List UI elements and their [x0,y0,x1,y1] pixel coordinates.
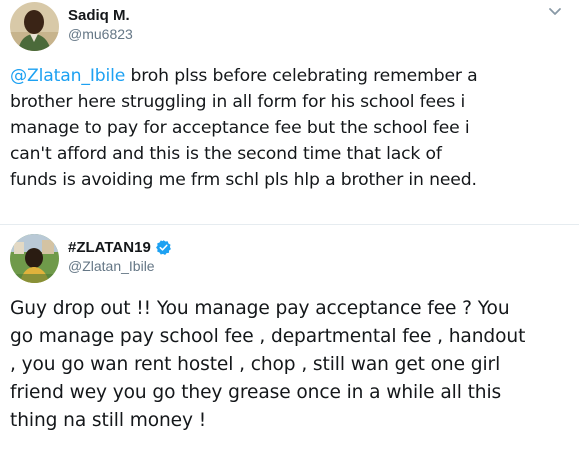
user-photo-avatar-icon [10,2,59,51]
tweet-text-line: , you go wan rent hostel , chop , still … [10,354,501,375]
author-name[interactable]: #ZLATAN19 [68,238,172,257]
author-info: Sadiq M. @mu6823 [68,6,133,44]
user-photo-avatar-icon [10,234,59,283]
author-handle[interactable]: @Zlatan_Ibile [68,257,172,276]
tweet-text-line: thing na still money ! [10,410,207,431]
author-name[interactable]: Sadiq M. [68,6,133,25]
tweet-text-line: friend wey you go they grease once in a … [10,382,502,403]
tweet-text: Guy drop out !! You manage pay acceptanc… [10,295,575,435]
tweet-text: @Zlatan_Ibile broh plss before celebrati… [10,63,575,193]
tweet-header: Sadiq M. @mu6823 [10,0,570,60]
tweet-card: #ZLATAN19 @Zlatan_Ibile Guy drop out !! … [0,226,579,456]
mention-link[interactable]: @Zlatan_Ibile [10,66,125,86]
author-name-text[interactable]: Sadiq M. [68,6,130,25]
tweet-text-line: funds is avoiding me frm schl pls hlp a … [10,170,477,190]
tweet-text-line: manage to pay for acceptance fee but the… [10,118,470,138]
tweet-card: Sadiq M. @mu6823 @Zlatan_Ibile broh plss… [0,0,579,225]
chevron-down-icon[interactable] [546,2,564,20]
tweet-header: #ZLATAN19 @Zlatan_Ibile [10,232,570,292]
tweet-text-line: Guy drop out !! You manage pay acceptanc… [10,298,510,319]
author-info: #ZLATAN19 @Zlatan_Ibile [68,238,172,276]
author-handle[interactable]: @mu6823 [68,25,133,44]
tweet-text-fragment: broh plss before celebrating remember a [125,66,478,86]
tweet-text-line: @Zlatan_Ibile broh plss before celebrati… [10,63,575,89]
tweet-text-line: can't afford and this is the second time… [10,144,442,164]
tweet-text-line: go manage pay school fee , departmental … [10,326,526,347]
avatar[interactable] [10,2,59,51]
tweet-text-line: brother here struggling in all form for … [10,92,466,112]
author-name-text[interactable]: #ZLATAN19 [68,238,151,257]
verified-badge-icon [155,240,171,255]
avatar[interactable] [10,234,59,283]
